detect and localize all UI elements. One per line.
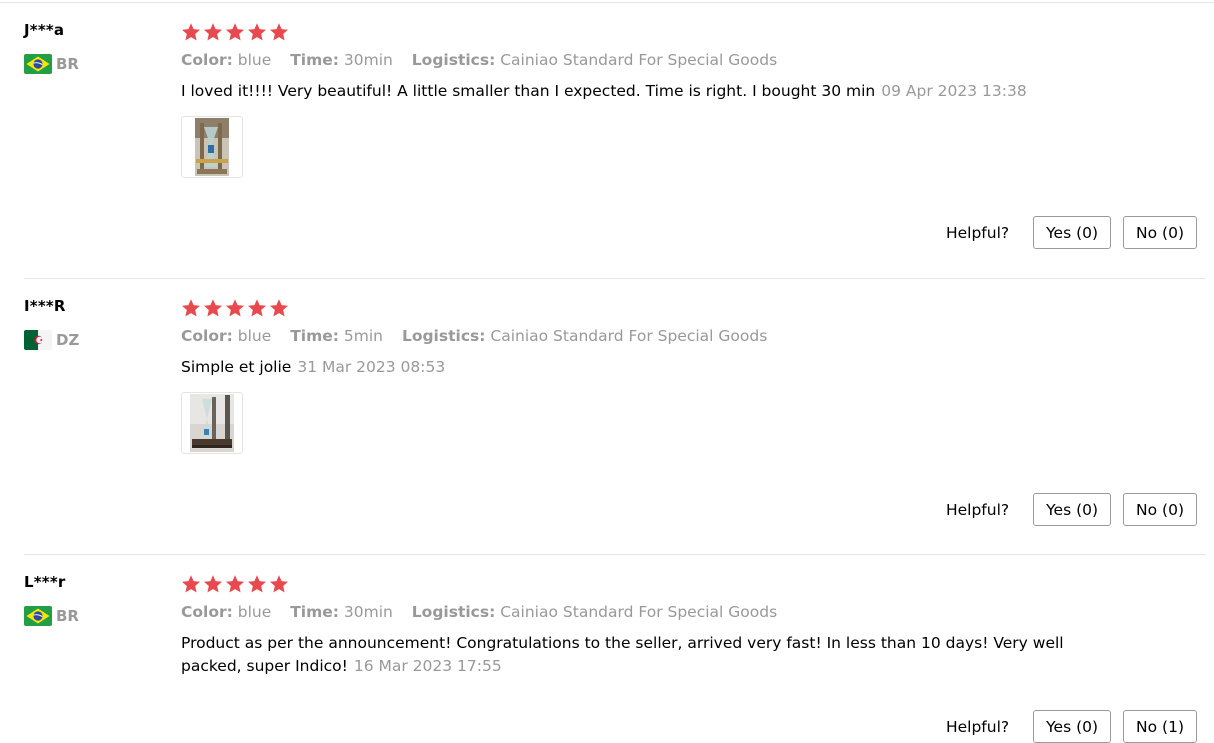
helpful-vote-bar: Helpful? Yes (0) No (0) [946, 216, 1197, 249]
helpful-label: Helpful? [945, 223, 1010, 242]
review-divider [24, 554, 1206, 555]
helpful-yes-button[interactable]: Yes (0) [1033, 216, 1112, 249]
logistics-value: Cainiao Standard For Special Goods [500, 51, 778, 69]
review-date: 16 Mar 2023 17:55 [353, 657, 502, 675]
helpful-no-button[interactable]: No (1) [1123, 710, 1197, 743]
review-meta: Color: blue Time: 30min Logistics: Caini… [181, 603, 791, 621]
color-label: Color: [181, 327, 233, 345]
logistics-value: Cainiao Standard For Special Goods [500, 603, 778, 621]
review-body-line-1: Product as per the announcement! Congrat… [181, 634, 1064, 652]
time-attr: Time: 5min [290, 327, 383, 345]
helpful-vote-bar: Helpful? Yes (0) No (1) [946, 710, 1197, 743]
logistics-attr: Logistics: Cainiao Standard For Special … [402, 327, 767, 345]
time-label: Time: [290, 603, 339, 621]
time-value: 30min [343, 603, 393, 621]
logistics-attr: Logistics: Cainiao Standard For Special … [412, 51, 777, 69]
helpful-no-button[interactable]: No (0) [1123, 493, 1197, 526]
color-value: blue [237, 603, 272, 621]
star-icon [247, 298, 267, 318]
reviewer-name: I***R [24, 297, 66, 315]
reviewer-country: BR [24, 606, 79, 626]
review-body: Simple et jolie [181, 358, 292, 376]
brazil-flag-icon [24, 54, 52, 74]
country-code: BR [56, 55, 79, 73]
logistics-value: Cainiao Standard For Special Goods [490, 327, 768, 345]
reviewer-name: L***r [24, 573, 66, 591]
review-text: Simple et jolie 31 Mar 2023 08:53 [181, 356, 445, 379]
reviewer-country: BR [24, 54, 79, 74]
review-text: I loved it!!!! Very beautiful! A little … [181, 80, 1027, 103]
logistics-label: Logistics: [411, 51, 496, 69]
color-attr: Color: blue [181, 603, 271, 621]
time-label: Time: [290, 327, 339, 345]
logistics-attr: Logistics: Cainiao Standard For Special … [412, 603, 777, 621]
brazil-flag-icon [24, 606, 52, 626]
helpful-label: Helpful? [945, 500, 1010, 519]
review-meta: Color: blue Time: 5min Logistics: Cainia… [181, 327, 781, 345]
star-icon [247, 22, 267, 42]
time-value: 5min [343, 327, 383, 345]
helpful-label: Helpful? [945, 717, 1010, 736]
review-body: I loved it!!!! Very beautiful! A little … [181, 82, 876, 100]
logistics-label: Logistics: [411, 603, 496, 621]
review-body-line-2-wrap: packed, super Indico! 16 Mar 2023 17:55 [181, 655, 1064, 678]
helpful-vote-bar: Helpful? Yes (0) No (0) [946, 493, 1197, 526]
star-icon [203, 22, 223, 42]
helpful-yes-button[interactable]: Yes (0) [1033, 493, 1112, 526]
color-value: blue [237, 327, 272, 345]
star-icon [269, 574, 289, 594]
star-icon [203, 298, 223, 318]
color-label: Color: [181, 51, 233, 69]
time-label: Time: [290, 51, 339, 69]
helpful-no-button[interactable]: No (0) [1123, 216, 1197, 249]
color-value: blue [237, 51, 272, 69]
star-icon [225, 574, 245, 594]
review-date: 31 Mar 2023 08:53 [297, 358, 446, 376]
star-icon [269, 298, 289, 318]
rating-stars [181, 574, 289, 594]
review-divider [24, 278, 1206, 279]
star-icon [181, 574, 201, 594]
review-photo-thumbnail[interactable] [181, 116, 243, 178]
review-meta: Color: blue Time: 30min Logistics: Caini… [181, 51, 791, 69]
review-photo-thumbnail[interactable] [181, 392, 243, 454]
rating-stars [181, 22, 289, 42]
star-icon [203, 574, 223, 594]
time-attr: Time: 30min [290, 51, 393, 69]
reviewer-country: DZ [24, 330, 79, 350]
star-icon [269, 22, 289, 42]
review-text: Product as per the announcement! Congrat… [181, 632, 1064, 678]
review-body-line-2: packed, super Indico! [181, 657, 348, 675]
logistics-label: Logistics: [401, 327, 486, 345]
top-divider [0, 2, 1214, 3]
color-attr: Color: blue [181, 327, 271, 345]
star-icon [225, 298, 245, 318]
time-attr: Time: 30min [290, 603, 393, 621]
helpful-yes-button[interactable]: Yes (0) [1033, 710, 1112, 743]
star-icon [181, 22, 201, 42]
country-code: DZ [56, 331, 80, 349]
star-icon [247, 574, 267, 594]
color-label: Color: [181, 603, 233, 621]
rating-stars [181, 298, 289, 318]
country-code: BR [56, 607, 79, 625]
algeria-flag-icon [24, 330, 52, 350]
review-date: 09 Apr 2023 13:38 [881, 82, 1027, 100]
star-icon [225, 22, 245, 42]
time-value: 30min [343, 51, 393, 69]
color-attr: Color: blue [181, 51, 271, 69]
star-icon [181, 298, 201, 318]
reviewer-name: J***a [24, 21, 65, 39]
